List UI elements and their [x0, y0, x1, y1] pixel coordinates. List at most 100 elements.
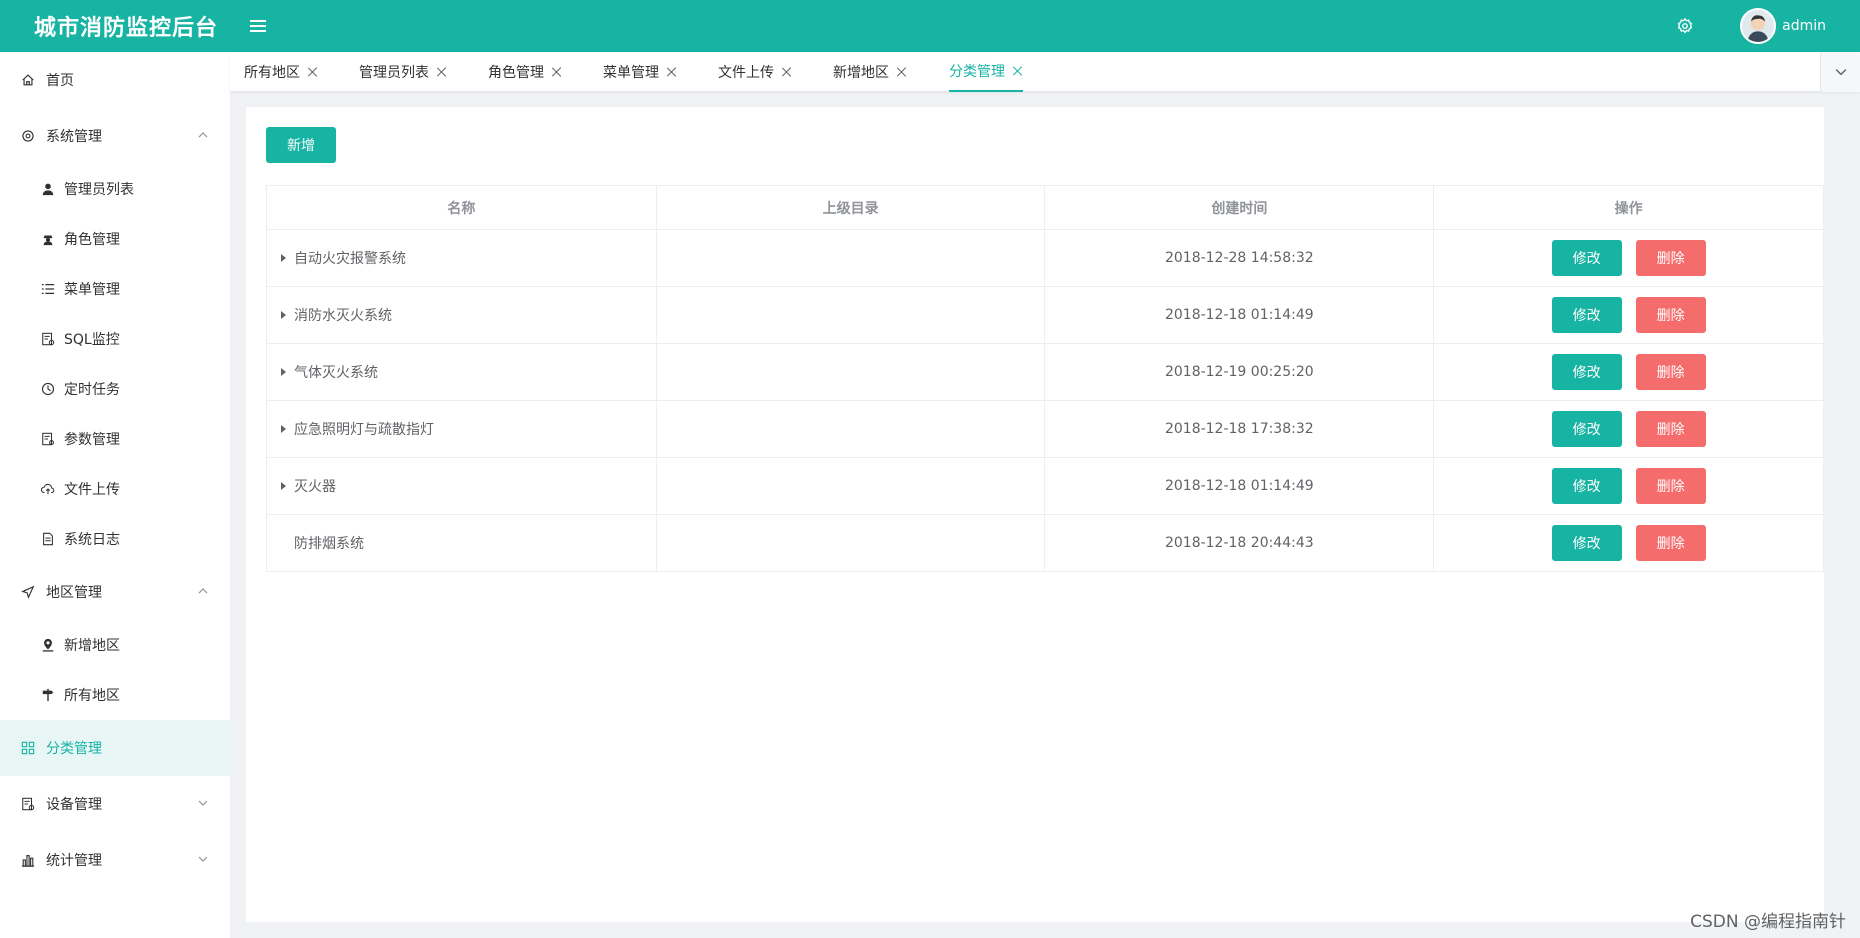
- name-cell[interactable]: 应急照明灯与疏散指灯: [266, 400, 657, 458]
- user-icon: [40, 181, 56, 197]
- avatar[interactable]: [1740, 8, 1777, 44]
- sidebar-item-sql[interactable]: SQL监控: [0, 314, 230, 364]
- edit-button[interactable]: 修改: [1551, 354, 1622, 390]
- sidebar-item-admin-list[interactable]: 管理员列表: [0, 164, 230, 214]
- parent-cell: [655, 343, 1046, 401]
- edit-button[interactable]: 修改: [1551, 411, 1622, 447]
- name-cell[interactable]: 防排烟系统: [266, 514, 657, 572]
- name-cell[interactable]: 气体灭火系统: [266, 343, 657, 401]
- tab-category[interactable]: 分类管理: [949, 52, 1023, 92]
- tab-upload[interactable]: 文件上传: [718, 52, 792, 92]
- home-icon: [20, 72, 36, 88]
- close-icon[interactable]: [308, 67, 318, 77]
- actions-cell: 修改 删除: [1433, 400, 1824, 458]
- sidebar-item-log[interactable]: 系统日志: [0, 514, 230, 564]
- close-icon[interactable]: [1013, 66, 1023, 76]
- add-button[interactable]: 新增: [266, 127, 336, 163]
- row-name: 防排烟系统: [294, 536, 364, 552]
- sidebar-item-params[interactable]: 参数管理: [0, 414, 230, 464]
- menu-toggle-icon[interactable]: [250, 19, 268, 33]
- expand-icon[interactable]: [281, 311, 286, 319]
- row-name: 消防水灭火系统: [294, 308, 392, 324]
- close-icon[interactable]: [782, 67, 792, 77]
- expand-icon[interactable]: [281, 482, 286, 490]
- sidebar-item-label: SQL监控: [64, 332, 120, 348]
- edit-button[interactable]: 修改: [1551, 525, 1622, 561]
- document-monitor-icon: [20, 796, 36, 812]
- sidebar-item-system[interactable]: 系统管理: [0, 108, 230, 164]
- edit-button[interactable]: 修改: [1551, 240, 1622, 276]
- parent-cell: [655, 514, 1046, 572]
- navigation-icon: [20, 584, 36, 600]
- tab-new-region[interactable]: 新增地区: [833, 52, 907, 92]
- gear-icon[interactable]: [1676, 17, 1694, 35]
- name-cell[interactable]: 消防水灭火系统: [266, 286, 657, 344]
- signpost-icon: [40, 687, 56, 703]
- created-cell: 2018-12-19 00:25:20: [1044, 343, 1435, 401]
- bar-chart-icon: [20, 852, 36, 868]
- tab-all-regions[interactable]: 所有地区: [244, 52, 318, 92]
- sidebar-item-menu[interactable]: 菜单管理: [0, 264, 230, 314]
- chevron-down-icon: [1835, 69, 1846, 76]
- grid-icon: [20, 740, 36, 756]
- close-icon[interactable]: [552, 67, 562, 77]
- expand-icon[interactable]: [281, 425, 286, 433]
- header-right: admin: [1676, 8, 1860, 44]
- sidebar-item-stats[interactable]: 统计管理: [0, 832, 230, 888]
- sidebar-item-label: 统计管理: [46, 853, 102, 869]
- table-row: 自动火灾报警系统 2018-12-28 14:58:32 修改 删除: [266, 229, 1824, 287]
- top-header: 城市消防监控后台 admin: [0, 0, 1860, 52]
- created-cell: 2018-12-28 14:58:32: [1044, 229, 1435, 287]
- sidebar-item-all-regions[interactable]: 所有地区: [0, 670, 230, 720]
- tab-label: 新增地区: [833, 65, 889, 81]
- sidebar-item-label: 菜单管理: [64, 282, 120, 298]
- tabs-dropdown[interactable]: [1820, 52, 1860, 92]
- edit-button[interactable]: 修改: [1551, 297, 1622, 333]
- close-icon[interactable]: [897, 67, 907, 77]
- expand-icon[interactable]: [281, 254, 286, 262]
- close-icon[interactable]: [437, 67, 447, 77]
- gear-icon: [20, 128, 36, 144]
- tab-label: 管理员列表: [359, 65, 429, 81]
- sidebar-item-label: 分类管理: [46, 741, 102, 757]
- sidebar-item-category[interactable]: 分类管理: [0, 720, 230, 776]
- sidebar-item-label: 所有地区: [64, 688, 120, 704]
- name-cell[interactable]: 灭火器: [266, 457, 657, 515]
- row-name: 气体灭火系统: [294, 365, 378, 381]
- sidebar-item-label: 地区管理: [46, 585, 102, 601]
- edit-button[interactable]: 修改: [1551, 468, 1622, 504]
- table-row: 灭火器 2018-12-18 01:14:49 修改 删除: [266, 457, 1824, 515]
- actions-cell: 修改 删除: [1433, 514, 1824, 572]
- sidebar-item-label: 文件上传: [64, 482, 120, 498]
- tab-menu[interactable]: 菜单管理: [603, 52, 677, 92]
- close-icon[interactable]: [667, 67, 677, 77]
- delete-button[interactable]: 删除: [1635, 354, 1706, 390]
- parent-cell: [655, 457, 1046, 515]
- sidebar-item-label: 新增地区: [64, 638, 120, 654]
- username[interactable]: admin: [1782, 18, 1826, 34]
- sidebar-item-new-region[interactable]: 新增地区: [0, 620, 230, 670]
- sidebar-item-region[interactable]: 地区管理: [0, 564, 230, 620]
- table-row: 防排烟系统 2018-12-18 20:44:43 修改 删除: [266, 514, 1824, 572]
- column-header: 名称: [266, 185, 657, 230]
- chevron-down-icon: [198, 800, 208, 806]
- sidebar-item-role[interactable]: 角色管理: [0, 214, 230, 264]
- delete-button[interactable]: 删除: [1635, 411, 1706, 447]
- sidebar-item-upload[interactable]: 文件上传: [0, 464, 230, 514]
- sidebar-item-device[interactable]: 设备管理: [0, 776, 230, 832]
- delete-button[interactable]: 删除: [1635, 297, 1706, 333]
- sidebar-item-label: 系统日志: [64, 532, 120, 548]
- delete-button[interactable]: 删除: [1635, 468, 1706, 504]
- sidebar-item-timer[interactable]: 定时任务: [0, 364, 230, 414]
- sidebar-item-home[interactable]: 首页: [0, 52, 230, 108]
- delete-button[interactable]: 删除: [1635, 525, 1706, 561]
- tab-admin-list[interactable]: 管理员列表: [359, 52, 447, 92]
- name-cell[interactable]: 自动火灾报警系统: [266, 229, 657, 287]
- chevron-down-icon: [198, 856, 208, 862]
- delete-button[interactable]: 删除: [1635, 240, 1706, 276]
- tab-role[interactable]: 角色管理: [488, 52, 562, 92]
- expand-icon[interactable]: [281, 368, 286, 376]
- row-name: 自动火灾报警系统: [294, 251, 406, 267]
- document-monitor-icon: [40, 331, 56, 347]
- parent-cell: [655, 286, 1046, 344]
